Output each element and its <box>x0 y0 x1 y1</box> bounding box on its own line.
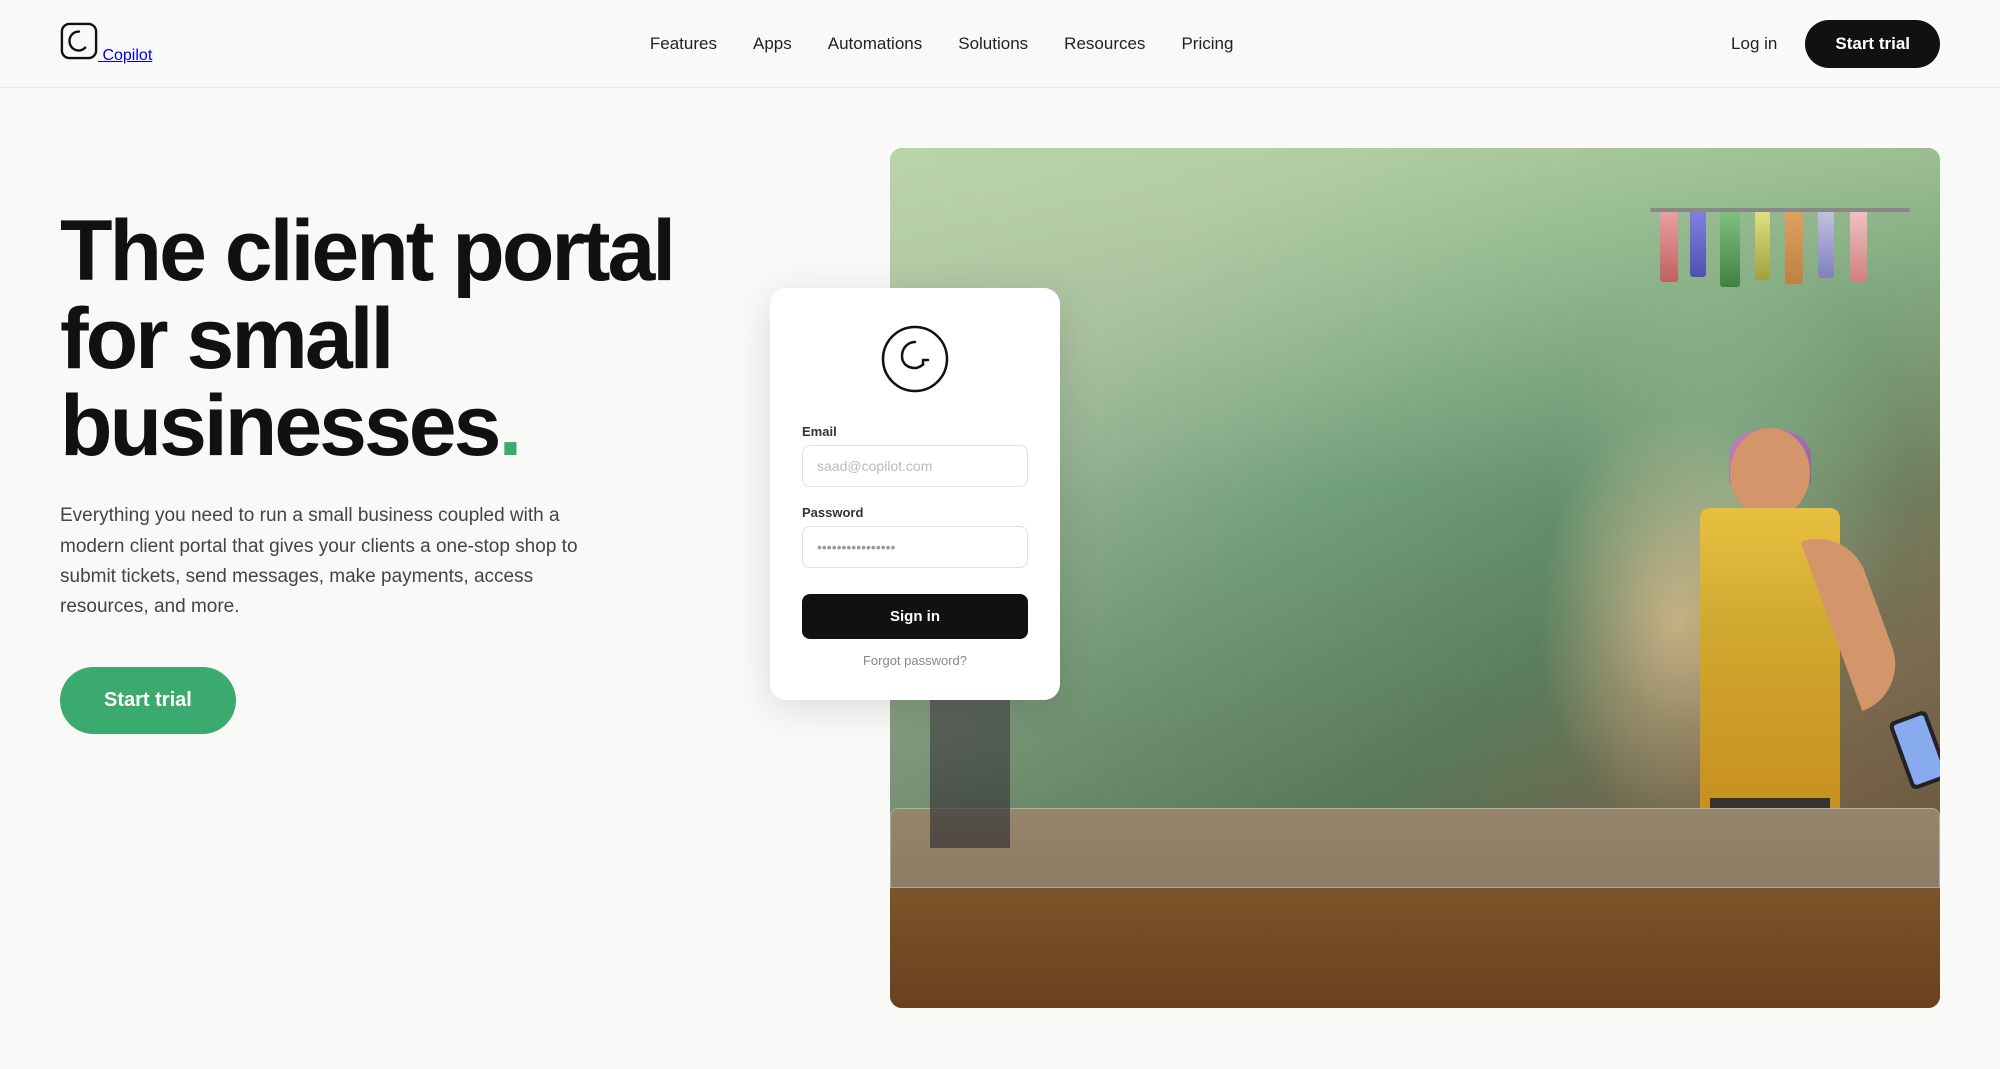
email-group: Email <box>802 424 1028 487</box>
sign-in-button[interactable]: Sign in <box>802 594 1028 639</box>
portal-logo <box>802 324 1028 394</box>
hero-left: The client portal for small businesses. … <box>60 148 710 734</box>
forgot-password-link[interactable]: Forgot password? <box>802 653 1028 668</box>
login-link[interactable]: Log in <box>1731 34 1777 54</box>
navigation: Copilot Features Apps Automations Soluti… <box>0 0 2000 88</box>
brand-name: Copilot <box>102 47 152 64</box>
nav-links: Features Apps Automations Solutions Reso… <box>650 34 1234 54</box>
clothing-rack <box>1640 188 1920 448</box>
portal-logo-icon <box>880 324 950 394</box>
nav-features[interactable]: Features <box>650 34 717 53</box>
logo-icon <box>60 22 98 60</box>
email-label: Email <box>802 424 1028 439</box>
nav-trial-button[interactable]: Start trial <box>1805 20 1940 68</box>
password-input[interactable] <box>802 526 1028 568</box>
hero-trial-button[interactable]: Start trial <box>60 667 236 734</box>
nav-pricing[interactable]: Pricing <box>1181 34 1233 53</box>
hero-section: The client portal for small businesses. … <box>0 88 2000 1068</box>
email-input[interactable] <box>802 445 1028 487</box>
title-dot: . <box>498 378 519 474</box>
portal-login-card: Email Password Sign in Forgot password? <box>770 288 1060 700</box>
nav-solutions[interactable]: Solutions <box>958 34 1028 53</box>
password-group: Password <box>802 505 1028 568</box>
logo-link[interactable]: Copilot <box>60 22 152 65</box>
hero-subtitle: Everything you need to run a small busin… <box>60 501 620 623</box>
hero-title: The client portal for small businesses. <box>60 208 710 471</box>
hero-right: Email Password Sign in Forgot password? <box>770 148 1940 1048</box>
nav-apps[interactable]: Apps <box>753 34 792 53</box>
nav-resources[interactable]: Resources <box>1064 34 1145 53</box>
nav-right: Log in Start trial <box>1731 20 1940 68</box>
nav-automations[interactable]: Automations <box>828 34 923 53</box>
counter <box>890 808 1940 1008</box>
password-label: Password <box>802 505 1028 520</box>
